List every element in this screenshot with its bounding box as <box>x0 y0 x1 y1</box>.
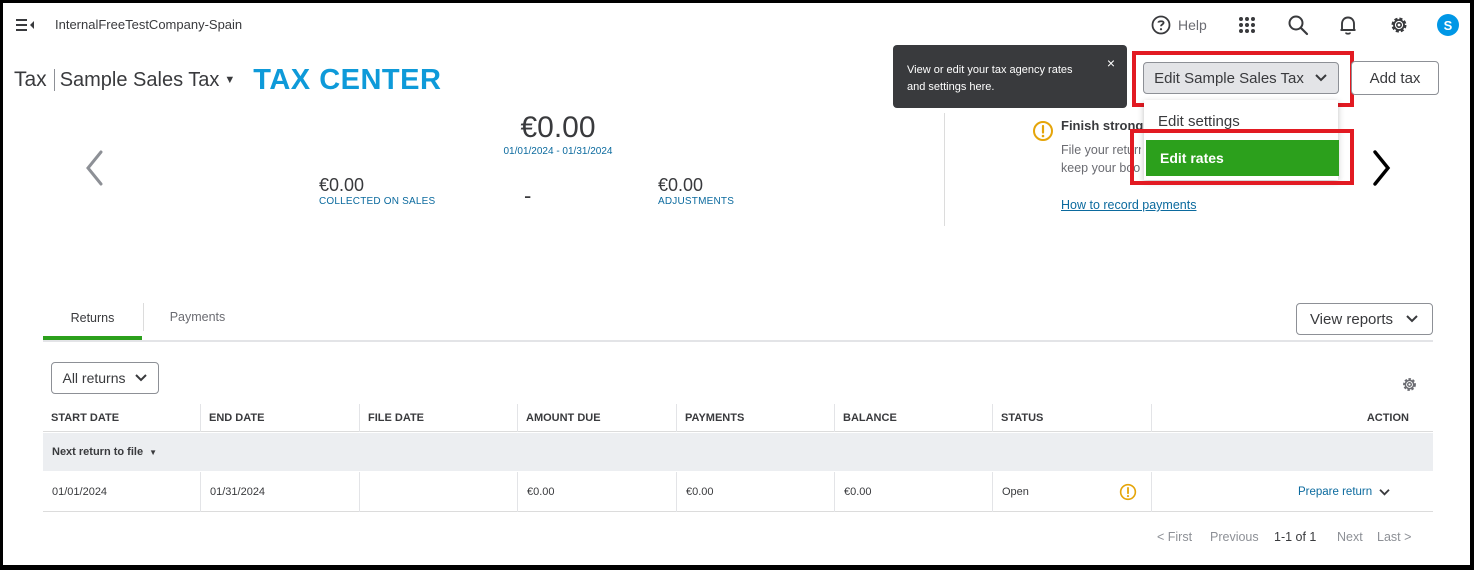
add-tax-button[interactable]: Add tax <box>1351 61 1439 95</box>
settings-gear-icon[interactable] <box>1388 14 1410 36</box>
cell-end-date: 01/31/2024 <box>201 472 360 512</box>
chevron-down-icon <box>1315 74 1327 82</box>
previous-period-arrow-icon[interactable] <box>81 148 107 188</box>
warning-icon <box>1033 121 1053 141</box>
returns-filter-select[interactable]: All returns <box>51 362 159 394</box>
view-reports-label: View reports <box>1309 310 1394 328</box>
column-header-amount-due[interactable]: AMOUNT DUE <box>518 404 677 432</box>
how-to-record-payments-link[interactable]: How to record payments <box>1061 198 1196 212</box>
tab-payments[interactable]: Payments <box>143 303 251 331</box>
group-row-next-return[interactable]: Next return to file ▼ <box>43 433 1433 471</box>
pagination-range: 1-1 of 1 <box>1274 530 1317 544</box>
notifications-bell-icon[interactable] <box>1337 14 1359 36</box>
tax-period: 01/01/2024 - 01/31/2024 <box>503 146 613 157</box>
top-bar: InternalFreeTestCompany-Spain Help S <box>3 3 1470 47</box>
edit-tooltip: View or edit your tax agency rates and s… <box>893 45 1127 108</box>
pagination-first[interactable]: < First <box>1157 530 1192 544</box>
next-period-arrow-icon[interactable] <box>1369 148 1395 188</box>
summary-divider <box>944 113 945 226</box>
adjustments-amount: €0.00 <box>658 175 704 195</box>
agency-selector[interactable]: Sample Sales Tax <box>60 69 220 92</box>
edit-button-label: Edit Sample Sales Tax <box>1154 69 1304 87</box>
column-header-end-date[interactable]: END DATE <box>201 404 360 432</box>
pagination-next[interactable]: Next <box>1337 530 1363 544</box>
edit-sample-sales-tax-button[interactable]: Edit Sample Sales Tax <box>1143 62 1339 94</box>
title-divider <box>53 69 55 91</box>
notice-line-1: File your return <box>1061 143 1141 157</box>
status-text: Open <box>1002 486 1029 498</box>
caret-down-icon: ▼ <box>149 447 157 457</box>
page-title: Tax <box>14 68 47 91</box>
minus-sign: - <box>524 183 532 208</box>
help-label: Help <box>1178 17 1207 33</box>
notice-line-2: keep your books <box>1061 161 1141 175</box>
total-tax-amount: €0.00 <box>520 111 596 144</box>
adjustments-label: ADJUSTMENTS <box>658 196 735 207</box>
table-row: 01/01/2024 01/31/2024 €0.00 €0.00 €0.00 … <box>43 472 1433 512</box>
page-title-row: Tax Sample Sales Tax ▼ TAX CENTER <box>14 63 442 96</box>
chevron-down-icon <box>1406 315 1418 323</box>
tab-returns[interactable]: Returns <box>43 299 142 340</box>
cell-payments: €0.00 <box>677 472 835 512</box>
warning-icon[interactable] <box>1119 483 1137 501</box>
tooltip-text: View or edit your tax agency rates and s… <box>907 64 1073 93</box>
column-header-action: ACTION <box>1366 412 1409 424</box>
highlight-box-edit-rates <box>1130 129 1354 185</box>
help-icon <box>1151 15 1171 35</box>
cell-file-date <box>360 472 518 512</box>
company-name: InternalFreeTestCompany-Spain <box>55 17 243 32</box>
collected-label: COLLECTED ON SALES <box>319 196 436 207</box>
column-header-balance[interactable]: BALANCE <box>835 404 993 432</box>
prepare-return-link[interactable]: Prepare return <box>1298 472 1391 512</box>
menu-collapse-icon[interactable] <box>15 16 35 34</box>
cell-start-date: 01/01/2024 <box>43 472 201 512</box>
notice-body: File your return keep your books <box>1061 141 1141 177</box>
returns-table-header: START DATE END DATE FILE DATE AMOUNT DUE… <box>43 404 1433 432</box>
app-window: InternalFreeTestCompany-Spain Help S Tax… <box>3 3 1470 565</box>
pagination-last[interactable]: Last > <box>1377 530 1411 544</box>
column-header-status[interactable]: STATUS <box>993 404 1152 432</box>
view-reports-button[interactable]: View reports <box>1296 303 1433 335</box>
returns-filter-value: All returns <box>62 370 126 386</box>
chevron-down-icon[interactable] <box>1378 488 1391 497</box>
table-settings-gear-icon[interactable] <box>1401 376 1418 393</box>
column-header-payments[interactable]: PAYMENTS <box>677 404 835 432</box>
pagination-previous[interactable]: Previous <box>1210 530 1259 544</box>
user-avatar[interactable]: S <box>1437 14 1459 36</box>
chevron-down-icon <box>134 374 147 382</box>
help-button[interactable]: Help <box>1151 14 1207 36</box>
cell-status: Open <box>993 472 1152 512</box>
tabs-underline <box>43 340 1433 342</box>
column-header-file-date[interactable]: FILE DATE <box>360 404 518 432</box>
cell-amount-due: €0.00 <box>518 472 677 512</box>
apps-grid-icon[interactable] <box>1236 14 1258 36</box>
prepare-return-label: Prepare return <box>1298 486 1373 498</box>
cell-balance: €0.00 <box>835 472 993 512</box>
column-header-start-date[interactable]: START DATE <box>43 404 201 432</box>
group-label: Next return to file <box>52 446 144 458</box>
search-icon[interactable] <box>1287 14 1309 36</box>
collected-amount: €0.00 <box>319 175 365 195</box>
tax-center-heading: TAX CENTER <box>253 63 442 96</box>
close-icon[interactable]: × <box>1107 55 1115 71</box>
caret-down-icon[interactable]: ▼ <box>224 74 235 86</box>
